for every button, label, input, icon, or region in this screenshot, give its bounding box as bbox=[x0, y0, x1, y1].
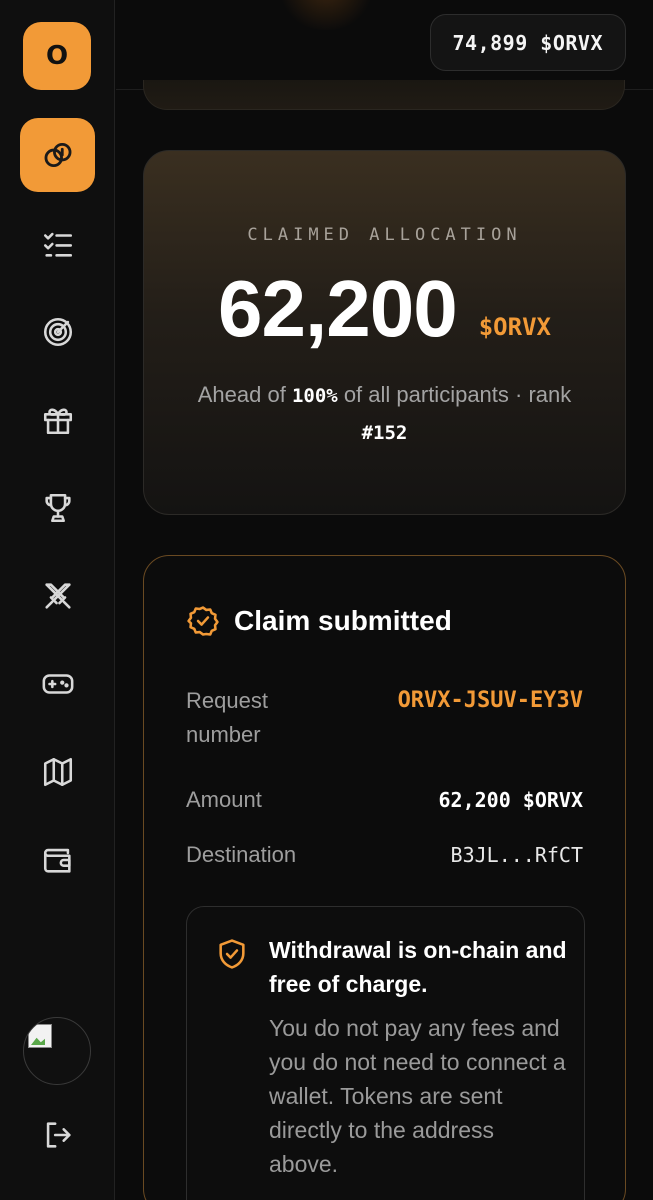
logo-letter: O bbox=[45, 41, 69, 71]
info-body: You do not pay any fees and you do not n… bbox=[269, 1015, 566, 1177]
nav-item-tasks[interactable] bbox=[20, 207, 95, 281]
ranking-percent: 100% bbox=[291, 385, 338, 407]
ranking-prefix: Ahead of bbox=[197, 382, 292, 407]
link-coin-icon bbox=[44, 142, 71, 168]
claim-title: Claim submitted bbox=[234, 605, 452, 636]
logout-icon bbox=[46, 1122, 71, 1148]
claim-header: Claim submitted bbox=[186, 604, 452, 638]
crossed-swords-icon bbox=[44, 583, 71, 609]
sidebar: O bbox=[0, 0, 115, 1200]
allocation-amount-row: 62,200 $ORVX bbox=[144, 269, 625, 349]
allocation-label: CLAIMED ALLOCATION bbox=[247, 225, 522, 245]
destination-label: Destination bbox=[186, 842, 297, 867]
nav-item-games[interactable] bbox=[20, 647, 95, 721]
allocation-unit: $ORVX bbox=[478, 313, 551, 341]
top-bar: 74,899 $ORVX bbox=[116, 0, 653, 90]
amount-value: 62,200 $ORVX bbox=[438, 788, 584, 812]
nav-item-map[interactable] bbox=[20, 735, 95, 809]
claimed-allocation-card: CLAIMED ALLOCATION 62,200 $ORVX Ahead of… bbox=[143, 150, 626, 515]
broken-image-icon bbox=[28, 1024, 52, 1048]
gamepad-icon bbox=[42, 674, 73, 694]
info-title: Withdrawal is on-chain and free of charg… bbox=[269, 937, 567, 997]
map-icon bbox=[43, 757, 72, 787]
claim-submitted-card: Claim submitted Request number ORVX-JSUV… bbox=[143, 555, 626, 1200]
checklist-icon bbox=[43, 232, 72, 257]
allocation-amount: 62,200 bbox=[218, 264, 458, 353]
wallet-icon bbox=[43, 848, 71, 873]
nav-item-rewards[interactable] bbox=[20, 383, 95, 457]
allocation-ranking: Ahead of 100% of all participants · rank… bbox=[174, 377, 595, 451]
destination-address[interactable]: B3JL...RfCT bbox=[451, 838, 583, 872]
ranking-middle: of all participants · rank bbox=[337, 382, 572, 407]
gift-icon bbox=[43, 408, 72, 435]
nav-item-link[interactable] bbox=[20, 118, 95, 192]
withdrawal-info-box: Withdrawal is on-chain and free of charg… bbox=[186, 906, 585, 1200]
nav-item-wallet[interactable] bbox=[20, 823, 95, 897]
app-logo[interactable]: O bbox=[23, 22, 91, 90]
ranking-rank: #152 bbox=[361, 422, 408, 444]
header-glow bbox=[276, 0, 376, 30]
verified-badge-icon bbox=[187, 606, 219, 636]
logout-button[interactable] bbox=[20, 1098, 95, 1172]
amount-label: Amount bbox=[186, 787, 262, 812]
trophy-icon bbox=[44, 493, 71, 523]
nav-item-radar[interactable] bbox=[20, 295, 95, 369]
token-balance[interactable]: 74,899 $ORVX bbox=[429, 14, 626, 71]
request-number-value[interactable]: ORVX-JSUV-EY3V bbox=[393, 684, 583, 718]
radar-icon bbox=[43, 317, 72, 347]
nav-item-battle[interactable] bbox=[20, 559, 95, 633]
request-number-label: Request number bbox=[186, 688, 268, 747]
previous-card-edge bbox=[143, 80, 625, 110]
nav-item-leaderboard[interactable] bbox=[20, 471, 95, 545]
shield-check-icon bbox=[219, 939, 245, 969]
user-avatar[interactable] bbox=[23, 1017, 91, 1085]
balance-text: 74,899 $ORVX bbox=[452, 30, 603, 55]
